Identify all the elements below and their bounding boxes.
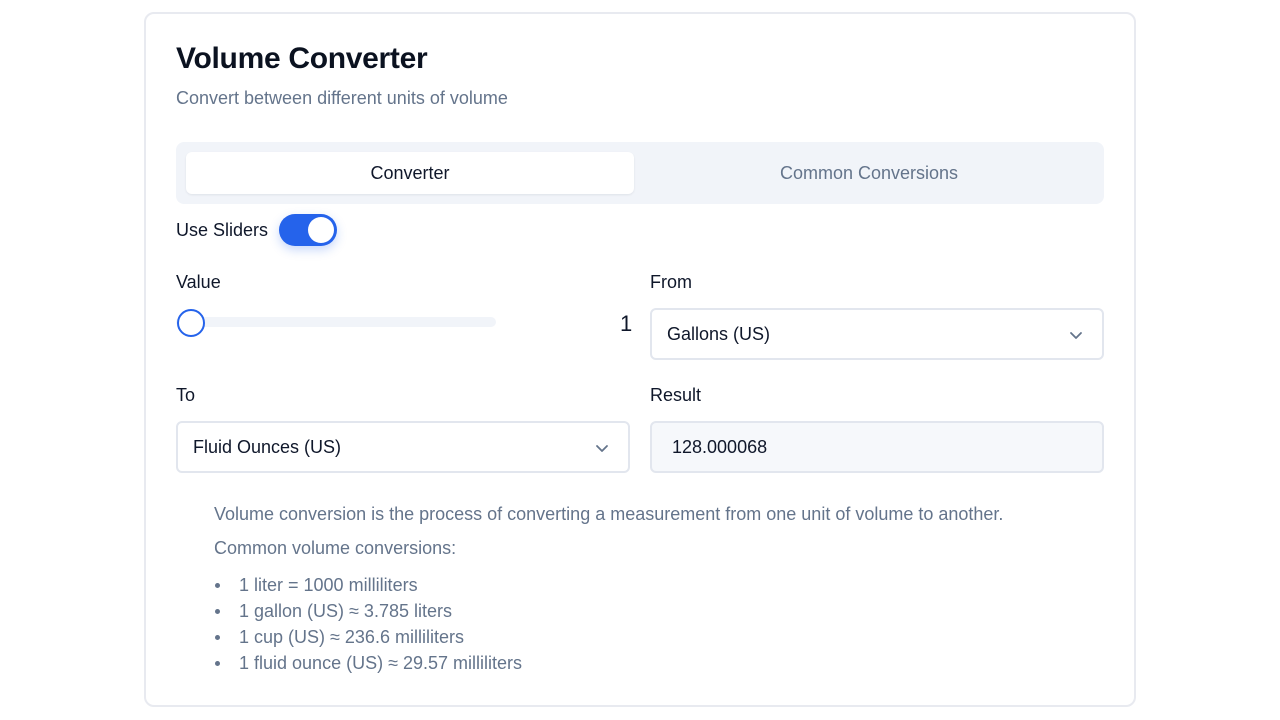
from-unit-selected: Gallons (US) — [667, 323, 771, 344]
use-sliders-toggle[interactable] — [279, 214, 338, 246]
page-subtitle: Convert between different units of volum… — [176, 88, 508, 108]
toggle-knob — [308, 217, 335, 243]
tab-common-conversions[interactable]: Common Conversions — [645, 152, 1093, 194]
tab-converter[interactable]: Converter — [186, 152, 634, 194]
list-item: 1 cup (US) ≈ 236.6 milliliters — [214, 624, 1003, 650]
chevron-down-icon — [1070, 332, 1082, 339]
info-list-heading: Common volume conversions: — [214, 538, 457, 558]
to-label: To — [176, 385, 196, 405]
from-label: From — [650, 272, 692, 292]
info-section: Volume conversion is the process of conv… — [214, 504, 1003, 676]
list-item: 1 fluid ounce (US) ≈ 29.57 milliliters — [214, 650, 1003, 676]
to-unit-selected: Fluid Ounces (US) — [193, 436, 342, 457]
value-readout: 1 — [620, 311, 633, 336]
use-sliders-label: Use Sliders — [176, 219, 269, 240]
tab-list: Converter Common Conversions — [176, 142, 1104, 204]
result-label: Result — [650, 385, 702, 405]
page-title: Volume Converter — [176, 42, 428, 75]
value-label: Value — [176, 272, 221, 292]
to-unit-select[interactable]: Fluid Ounces (US) — [176, 421, 630, 473]
from-unit-select[interactable]: Gallons (US) — [650, 308, 1104, 360]
slider-thumb[interactable] — [177, 309, 205, 337]
use-sliders-row: Use Sliders — [176, 214, 338, 246]
list-item: 1 gallon (US) ≈ 3.785 liters — [214, 598, 1003, 624]
conversion-list: 1 liter = 1000 milliliters 1 gallon (US)… — [214, 572, 1003, 676]
chevron-down-icon — [596, 445, 608, 452]
slider-track — [176, 317, 496, 327]
result-value: 128.000068 — [672, 436, 768, 457]
info-intro: Volume conversion is the process of conv… — [214, 504, 1004, 524]
list-item: 1 liter = 1000 milliliters — [214, 572, 1003, 598]
result-field[interactable]: 128.000068 — [650, 421, 1104, 473]
value-slider[interactable] — [176, 309, 496, 337]
converter-card: Volume Converter Convert between differe… — [144, 12, 1136, 707]
